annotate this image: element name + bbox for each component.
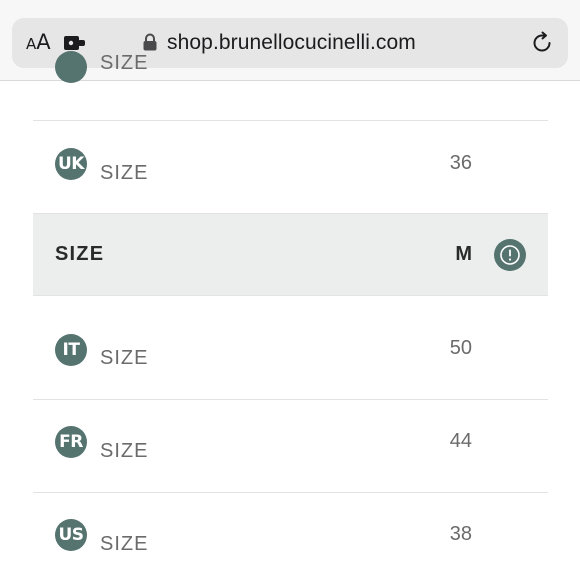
selected-size-label: SIZE: [55, 243, 105, 265]
url-text: shop.brunellocucinelli.com: [167, 31, 416, 54]
size-value: 50: [449, 337, 472, 359]
country-badge-it: IT: [55, 334, 87, 366]
text-size-big-label: A: [36, 30, 51, 54]
size-label: SIZE: [100, 347, 149, 369]
size-row-selected[interactable]: SIZE M: [33, 213, 548, 296]
size-row-us[interactable]: US SIZE 38: [33, 493, 548, 580]
selected-size-value: M: [455, 243, 472, 265]
text-size-button[interactable]: AA: [26, 30, 51, 56]
size-label: SIZE: [100, 162, 149, 184]
country-badge-us: US: [55, 519, 87, 551]
size-row-fr[interactable]: FR SIZE 44: [33, 400, 548, 492]
info-icon: [500, 245, 520, 265]
size-value: 36: [449, 152, 472, 174]
country-badge-fr: FR: [55, 426, 87, 458]
extension-icon[interactable]: [63, 33, 87, 53]
size-label: SIZE: [100, 52, 149, 74]
info-button[interactable]: [494, 239, 526, 271]
size-row-uk[interactable]: UK SIZE 36: [33, 121, 548, 213]
reload-icon[interactable]: [530, 31, 554, 55]
text-size-small-label: A: [26, 35, 37, 53]
size-value: 44: [449, 430, 472, 452]
country-badge: [55, 51, 87, 83]
size-value: 38: [449, 523, 472, 545]
size-label: SIZE: [100, 440, 149, 462]
size-row-it[interactable]: IT SIZE 50: [33, 296, 548, 399]
size-row-partial[interactable]: SIZE: [33, 51, 548, 121]
country-badge-uk: UK: [55, 148, 87, 180]
size-label: SIZE: [100, 533, 149, 555]
lock-icon: [143, 33, 157, 51]
